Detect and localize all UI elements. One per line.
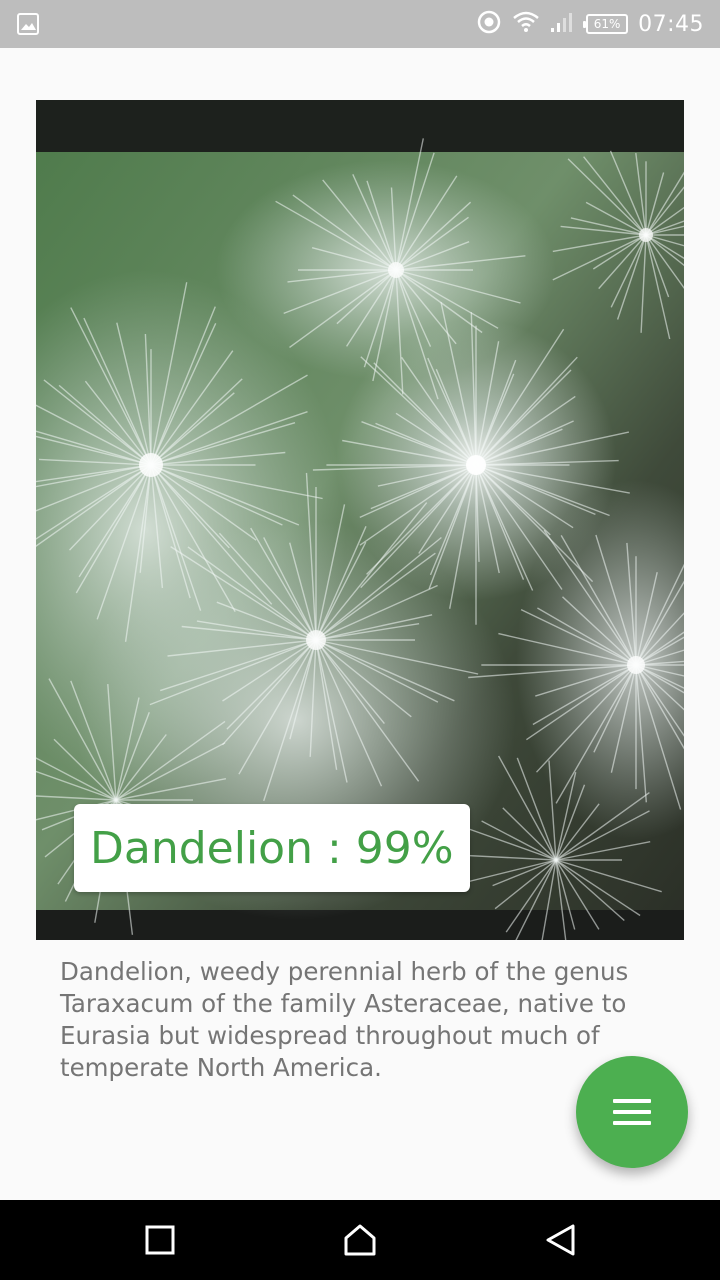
result-card: Dandelion : 99% [74, 804, 470, 892]
status-bar: 61% 07:45 [0, 0, 720, 48]
signal-icon [550, 11, 576, 38]
result-label: Dandelion : 99% [90, 822, 454, 874]
data-saver-icon [476, 9, 502, 40]
nav-bar [0, 1200, 720, 1280]
wifi-icon [512, 10, 540, 39]
battery-icon: 61% [583, 14, 629, 34]
back-icon [546, 1224, 575, 1256]
home-icon [344, 1224, 376, 1256]
clock: 07:45 [638, 11, 704, 37]
back-button[interactable] [536, 1216, 584, 1264]
home-button[interactable] [336, 1216, 384, 1264]
description-text: Dandelion, weedy perennial herb of the g… [60, 957, 629, 1082]
menu-button[interactable] [576, 1056, 688, 1168]
recents-button[interactable] [136, 1216, 184, 1264]
dandelion-photo: Dandelion : 99% [36, 100, 684, 940]
battery-level: 61% [593, 17, 621, 31]
image-icon [16, 12, 40, 36]
recents-icon [145, 1225, 175, 1255]
menu-icon [613, 1099, 651, 1125]
